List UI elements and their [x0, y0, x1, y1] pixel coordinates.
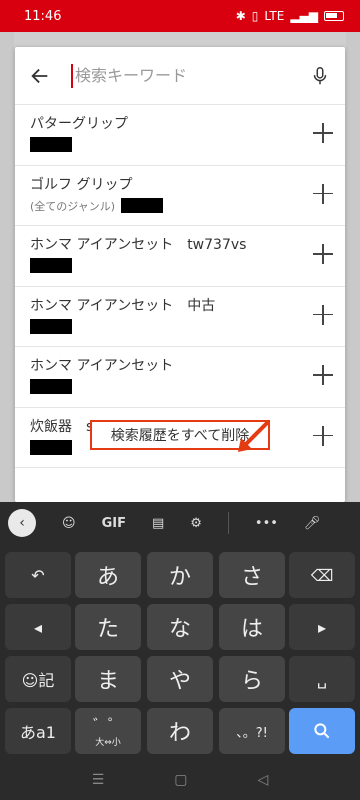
key-ta[interactable]: た: [75, 604, 141, 650]
dakuten-label: ゛゜: [92, 716, 123, 734]
plus-icon[interactable]: [313, 183, 333, 204]
soft-keyboard: ‹ ☺ GIF ▤ ⚙ ••• 🎤︎ ↶ あ か さ ⌫ ◂ た な は ▸ ☺…: [0, 502, 360, 800]
search-icon: [314, 723, 330, 739]
redacted-block: [121, 198, 164, 213]
redacted-block: [30, 258, 72, 273]
suggestion-sub: [30, 137, 345, 152]
voice-input-icon[interactable]: 🎤︎: [304, 516, 321, 531]
suggestion-sub: [30, 379, 345, 394]
status-bar: 11:46 ✱ ▯ LTE ▂▄▆: [0, 0, 360, 32]
status-time: 11:46: [24, 8, 62, 24]
network-label: LTE: [264, 9, 285, 23]
key-ha[interactable]: は: [219, 604, 285, 650]
plus-icon[interactable]: [313, 304, 333, 325]
gif-button[interactable]: GIF: [102, 516, 126, 531]
suggestion-item[interactable]: パターグリップ: [15, 105, 345, 166]
plus-icon[interactable]: [313, 123, 333, 143]
sticker-icon[interactable]: ☺: [62, 516, 76, 531]
search-input[interactable]: [73, 66, 305, 85]
gear-icon[interactable]: ⚙: [190, 516, 202, 531]
plus-icon[interactable]: [313, 244, 333, 264]
search-bar: [15, 47, 345, 105]
right-arrow-key[interactable]: ▸: [289, 604, 355, 650]
suggestion-item[interactable]: ホンマ アイアンセット: [15, 347, 345, 408]
plus-icon[interactable]: [313, 365, 333, 385]
emoji-key[interactable]: ☺記: [5, 656, 71, 702]
plus-icon[interactable]: [313, 425, 333, 446]
space-key[interactable]: ␣: [289, 656, 355, 702]
microphone-icon[interactable]: [305, 61, 335, 91]
left-arrow-key[interactable]: ◂: [5, 604, 71, 650]
suggestion-title: パターグリップ: [30, 116, 128, 132]
back-nav-icon[interactable]: ◁: [258, 772, 269, 788]
system-nav-bar: ☰ ▢ ◁: [0, 760, 360, 800]
signal-icon: ▂▄▆: [290, 9, 318, 23]
back-arrow-icon[interactable]: [25, 61, 55, 91]
key-ka[interactable]: か: [147, 552, 213, 598]
punctuation-key[interactable]: 、。?!: [219, 708, 285, 754]
key-ya[interactable]: や: [147, 656, 213, 702]
key-na[interactable]: な: [147, 604, 213, 650]
suggestion-title: ゴルフ グリップ: [30, 176, 133, 193]
suggestion-title: ホンマ アイアンセット tw737vs: [30, 237, 247, 253]
suggestion-title: ホンマ アイアンセット: [30, 358, 174, 374]
suggestion-sub: [30, 258, 345, 273]
vibrate-icon: ▯: [251, 9, 259, 23]
status-icons: ✱ ▯ LTE ▂▄▆: [236, 9, 344, 23]
backspace-key[interactable]: ⌫: [289, 552, 355, 598]
key-a[interactable]: あ: [75, 552, 141, 598]
key-ra[interactable]: ら: [219, 656, 285, 702]
suggestion-genre: (全てのジャンル): [30, 199, 116, 213]
background-left-edge: [0, 32, 14, 502]
redacted-block: [30, 379, 72, 394]
key-wa[interactable]: わ: [147, 708, 213, 754]
home-icon[interactable]: ▢: [174, 772, 187, 788]
redacted-block: [30, 439, 72, 455]
annotation-arrow-icon: [238, 420, 270, 452]
more-button[interactable]: •••: [255, 516, 278, 531]
keyboard-back-icon[interactable]: ‹: [8, 509, 36, 537]
input-mode-key[interactable]: あa1: [5, 708, 71, 754]
keyboard-toolbar: ‹ ☺ GIF ▤ ⚙ ••• 🎤︎: [0, 502, 360, 544]
battery-icon: [324, 11, 344, 21]
bluetooth-icon: ✱: [235, 9, 246, 23]
suggestion-item[interactable]: ホンマ アイアンセット tw737vs: [15, 226, 345, 287]
redacted-block: [30, 137, 72, 152]
suggestion-item[interactable]: ゴルフ グリップ (全てのジャンル): [15, 166, 345, 226]
key-sa[interactable]: さ: [219, 552, 285, 598]
undo-key[interactable]: ↶: [5, 552, 71, 598]
redacted-block: [30, 318, 72, 334]
suggestion-sub: (全てのジャンル): [30, 198, 345, 214]
suggestion-title: ホンマ アイアンセット 中古: [30, 297, 216, 314]
toolbar-divider: [227, 512, 229, 534]
suggestion-list: パターグリップ ゴルフ グリップ (全てのジャンル) ホンマ アイアンセット t…: [15, 105, 345, 468]
dakuten-sub: 大⇔小: [95, 738, 121, 748]
key-ma[interactable]: ま: [75, 656, 141, 702]
suggestion-item[interactable]: ホンマ アイアンセット 中古: [15, 287, 345, 347]
dakuten-key[interactable]: ゛゜ 大⇔小: [75, 708, 141, 754]
search-enter-key[interactable]: [289, 708, 355, 754]
suggestion-sub: [30, 318, 345, 334]
recent-apps-icon[interactable]: ☰: [92, 772, 105, 788]
clipboard-icon[interactable]: ▤: [152, 516, 164, 531]
background-right-edge: [346, 32, 360, 502]
